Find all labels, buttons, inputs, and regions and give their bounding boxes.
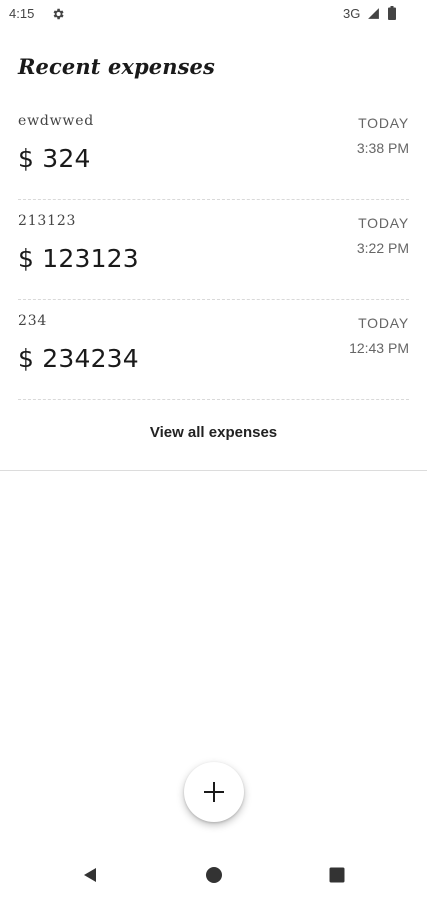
status-time: 4:15 (9, 6, 35, 21)
expense-date: TODAY (358, 315, 409, 331)
expense-time: 12:43 PM (349, 340, 409, 356)
view-all-expenses-button[interactable]: View all expenses (0, 424, 427, 441)
home-icon[interactable] (205, 866, 223, 884)
expense-time: 3:22 PM (356, 240, 409, 256)
network-type: 3G (343, 6, 361, 21)
recents-icon[interactable] (328, 866, 346, 884)
signal-icon (368, 8, 379, 19)
battery-icon (388, 6, 396, 20)
add-expense-button[interactable] (184, 762, 244, 822)
expense-item[interactable]: ewdwwed $ 324 TODAY 3:38 PM (18, 100, 409, 200)
expense-date: TODAY (358, 215, 409, 231)
plus-icon (204, 782, 224, 802)
expense-date: TODAY (358, 115, 409, 131)
gear-icon (53, 8, 64, 20)
section-title: Recent expenses (18, 54, 215, 79)
expense-item[interactable]: 213123 $ 123123 TODAY 3:22 PM (18, 200, 409, 300)
expense-list: ewdwwed $ 324 TODAY 3:38 PM 213123 $ 123… (18, 100, 409, 400)
expense-name: ewdwwed (18, 113, 95, 129)
system-nav-bar (0, 852, 427, 896)
expense-amount: $ 234234 (18, 344, 139, 373)
expense-item[interactable]: 234 $ 234234 TODAY 12:43 PM (18, 300, 409, 400)
expense-time: 3:38 PM (356, 140, 409, 156)
status-bar: 4:15 3G (0, 0, 427, 28)
expense-amount: $ 123123 (18, 244, 139, 273)
expense-name: 234 (18, 313, 48, 329)
expense-amount: $ 324 (18, 144, 91, 173)
section-divider (0, 470, 427, 471)
expense-name: 213123 (18, 213, 77, 229)
back-icon[interactable] (81, 866, 99, 884)
